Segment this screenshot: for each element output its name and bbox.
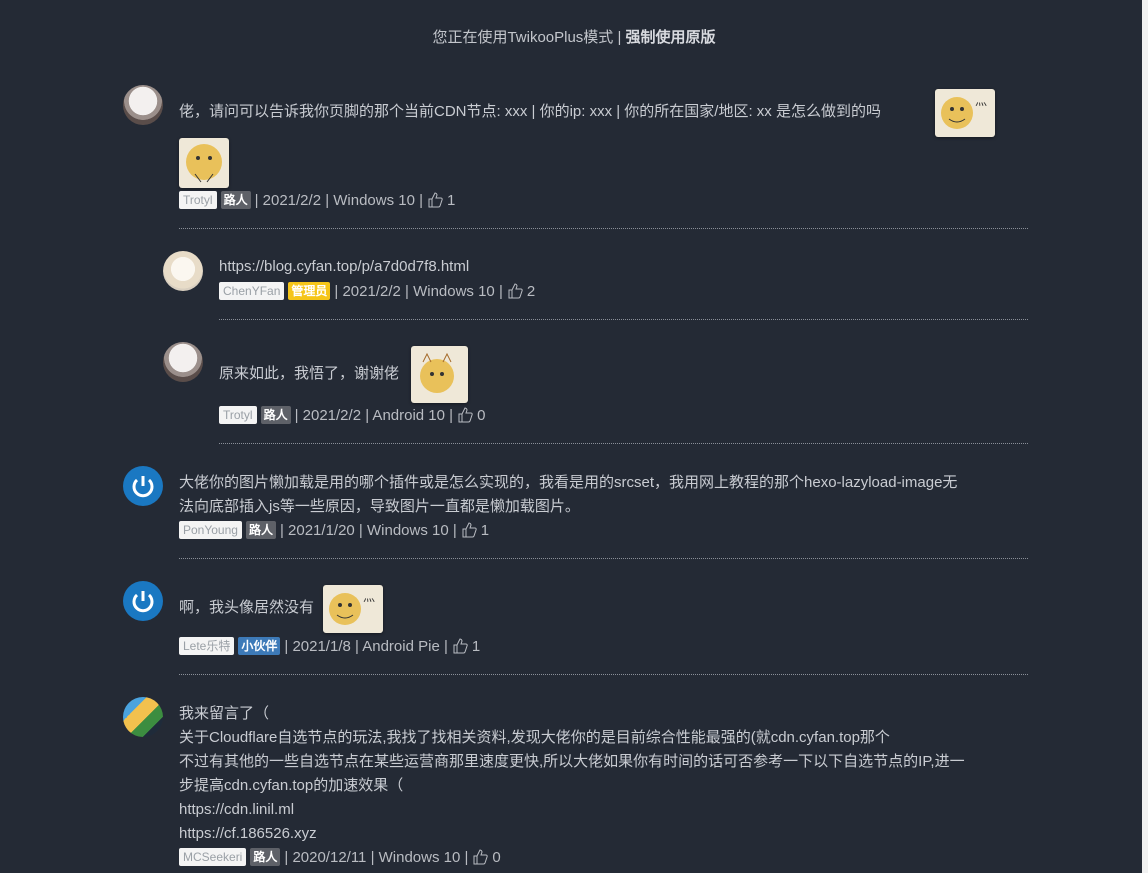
mode-notice: 您正在使用TwikooPlus模式 | 强制使用原版 bbox=[0, 26, 1148, 47]
comment-meta: Trotyl 路人 | 2021/2/2 | Windows 10 | 1 bbox=[179, 191, 455, 209]
comment-text: 大佬你的图片懒加载是用的哪个插件或是怎么实现的，我看是用的srcset，我用网上… bbox=[179, 471, 1029, 519]
comment-text: 啊，我头像居然没有 bbox=[179, 599, 315, 616]
like-icon[interactable] bbox=[457, 407, 473, 423]
admin-tag: 管理员 bbox=[288, 282, 331, 300]
author-tag: 路人 bbox=[245, 521, 276, 539]
author-nick[interactable]: ChenYFan bbox=[219, 282, 285, 300]
like-icon[interactable] bbox=[461, 522, 477, 538]
scrollbar[interactable] bbox=[1142, 0, 1148, 873]
divider bbox=[219, 319, 1028, 320]
avatar[interactable] bbox=[123, 85, 163, 125]
comment-text: 佬，请问可以告诉我你页脚的那个当前CDN节点: xxx | 你的ip: xxx … bbox=[179, 103, 881, 120]
partner-tag: 小伙伴 bbox=[238, 637, 281, 655]
like-icon[interactable] bbox=[452, 638, 468, 654]
like-count: 0 bbox=[492, 848, 501, 866]
comment-text-line: 大佬你的图片懒加载是用的哪个插件或是怎么实现的，我看是用的srcset，我用网上… bbox=[179, 474, 958, 491]
svg-text:灬: 灬 bbox=[363, 590, 375, 604]
emoji-image: 灬 bbox=[935, 89, 995, 137]
comment-date-os: | 2021/2/2 | Android 10 | bbox=[294, 406, 454, 424]
emoji-image bbox=[179, 138, 229, 188]
comment-text-line: 我来留言了（ bbox=[179, 705, 270, 722]
comment-text-line: 不过有其他的一些自选节点在某些运营商那里速度更快,所以大佬如果你有时间的话可否参… bbox=[179, 753, 965, 770]
divider bbox=[179, 228, 1028, 229]
divider bbox=[219, 443, 1028, 444]
avatar[interactable] bbox=[163, 251, 203, 291]
like-icon[interactable] bbox=[507, 283, 523, 299]
comment-link[interactable]: https://cdn.linil.ml bbox=[179, 798, 1039, 822]
reply-link[interactable]: https://blog.cyfan.top/p/a7d0d7f8.html bbox=[219, 255, 469, 279]
comment-text-line: 步提高cdn.cyfan.top的加速效果（ bbox=[179, 777, 404, 794]
author-tag: 路人 bbox=[260, 406, 291, 424]
like-count: 0 bbox=[477, 406, 486, 424]
author-nick[interactable]: MCSeekeri bbox=[179, 848, 247, 866]
comment-text-line: 法向底部插入js等一些原因，导致图片一直都是懒加载图片。 bbox=[179, 498, 580, 515]
comment-date-os: | 2021/1/20 | Windows 10 | bbox=[279, 521, 457, 539]
author-nick[interactable]: Lete乐特 bbox=[179, 637, 235, 655]
like-icon[interactable] bbox=[472, 849, 489, 865]
comment-date-os: | 2021/2/2 | Windows 10 | bbox=[254, 191, 424, 209]
comment-link[interactable]: https://cf.186526.xyz bbox=[179, 822, 1039, 846]
avatar[interactable] bbox=[163, 342, 203, 382]
divider bbox=[179, 674, 1028, 675]
comment-meta: ChenYFan 管理员 | 2021/2/2 | Windows 10 | 2 bbox=[219, 282, 535, 300]
force-original-link[interactable]: 强制使用原版 bbox=[626, 29, 716, 46]
power-icon bbox=[132, 476, 154, 498]
emoji-image: 灬 bbox=[323, 585, 383, 633]
emoji-image bbox=[411, 346, 468, 403]
comment-date-os: | 2021/2/2 | Windows 10 | bbox=[334, 282, 503, 300]
comment-meta: MCSeekeri 路人 | 2020/12/11 | Windows 10 |… bbox=[179, 848, 501, 866]
svg-text:灬: 灬 bbox=[975, 94, 987, 108]
author-nick[interactable]: Trotyl bbox=[219, 406, 257, 424]
avatar[interactable] bbox=[123, 466, 163, 506]
comment-text: 我来留言了（ 关于Cloudflare自选节点的玩法,我找了找相关资料,发现大佬… bbox=[179, 702, 1039, 846]
like-count: 2 bbox=[526, 282, 536, 300]
comment-text: 原来如此，我悟了，谢谢佬 bbox=[219, 365, 400, 382]
like-count: 1 bbox=[447, 191, 456, 209]
comment-meta: PonYoung 路人 | 2021/1/20 | Windows 10 | 1 bbox=[179, 521, 489, 539]
mode-notice-text: 您正在使用TwikooPlus模式 | bbox=[432, 29, 626, 46]
like-count: 1 bbox=[480, 521, 490, 539]
like-icon[interactable] bbox=[427, 192, 443, 208]
author-tag: 路人 bbox=[220, 191, 251, 209]
comment-meta: Trotyl 路人 | 2021/2/2 | Android 10 | 0 bbox=[219, 406, 485, 424]
comment-date-os: | 2020/12/11 | Windows 10 | bbox=[284, 848, 469, 866]
comment-meta: Lete乐特 小伙伴 | 2021/1/8 | Android Pie | 1 bbox=[179, 637, 480, 655]
comment-date-os: | 2021/1/8 | Android Pie | bbox=[284, 637, 448, 655]
power-icon bbox=[132, 591, 154, 613]
avatar[interactable] bbox=[123, 697, 163, 737]
comment-text-line: 关于Cloudflare自选节点的玩法,我找了找相关资料,发现大佬你的是目前综合… bbox=[179, 729, 890, 746]
author-tag: 路人 bbox=[250, 848, 281, 866]
divider bbox=[179, 558, 1028, 559]
author-nick[interactable]: PonYoung bbox=[179, 521, 242, 539]
like-count: 1 bbox=[471, 637, 481, 655]
author-nick[interactable]: Trotyl bbox=[179, 191, 217, 209]
avatar[interactable] bbox=[123, 581, 163, 621]
